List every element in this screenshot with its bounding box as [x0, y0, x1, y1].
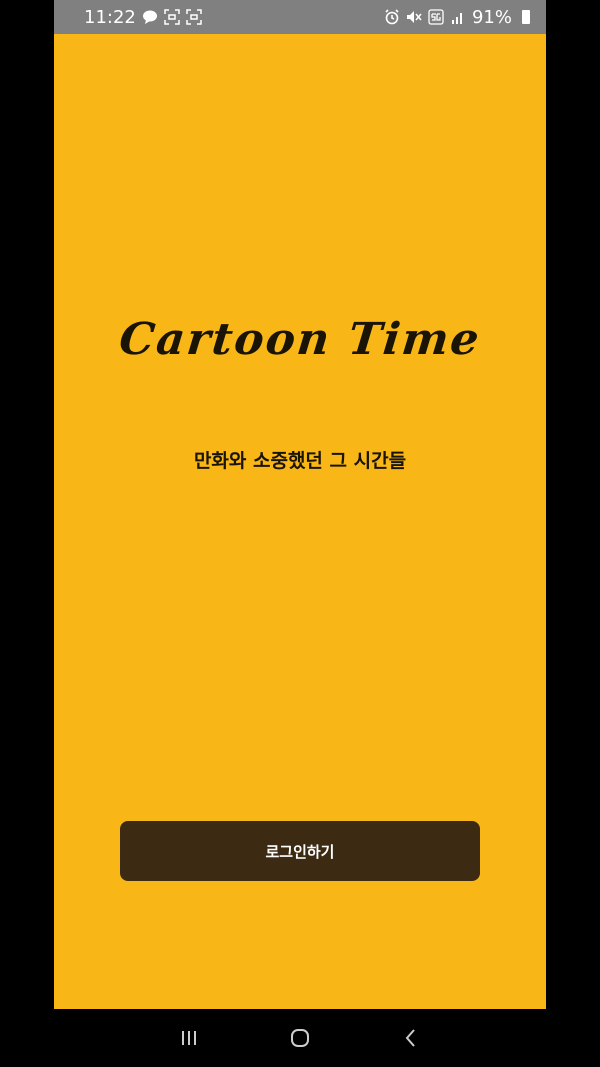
signal-icon — [450, 9, 466, 25]
recent-apps-icon[interactable] — [174, 1023, 204, 1053]
alarm-icon — [384, 9, 400, 25]
login-button[interactable]: 로그인하기 — [120, 821, 480, 881]
back-icon[interactable] — [396, 1023, 426, 1053]
app-logo: Cartoon Time — [116, 314, 484, 365]
app-tagline: 만화와 소중했던 그 시간들 — [193, 450, 407, 472]
status-left: 11:22 — [84, 7, 202, 28]
home-icon[interactable] — [285, 1023, 315, 1053]
battery-icon — [518, 9, 534, 25]
screenshot-icon — [164, 9, 180, 25]
scan-icon — [186, 9, 202, 25]
battery-percent: 91% — [471, 6, 512, 28]
splash-content: Cartoon Time 만화와 소중했던 그 시간들 로그인하기 — [54, 34, 546, 1009]
mute-icon — [406, 9, 422, 25]
status-bar: 11:22 91% — [54, 0, 546, 34]
talk-icon — [142, 9, 158, 25]
5g-icon — [428, 9, 444, 25]
status-right: 91% — [384, 7, 534, 28]
login-button-label: 로그인하기 — [265, 842, 335, 861]
phone-screen: 11:22 91% Cartoon Time 만화와 소중했던 그 시간들 로그… — [54, 0, 546, 1067]
navigation-bar — [54, 1009, 546, 1067]
status-time: 11:22 — [84, 6, 136, 28]
